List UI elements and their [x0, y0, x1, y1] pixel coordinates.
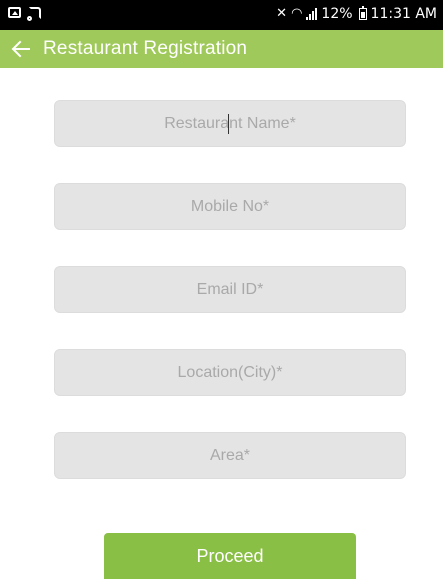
battery-icon — [358, 6, 367, 20]
cast-icon — [27, 7, 41, 21]
app-bar: Restaurant Registration — [0, 30, 443, 68]
text-cursor — [228, 114, 229, 134]
mobile-no-field[interactable] — [54, 183, 406, 230]
location-city-field[interactable] — [54, 349, 406, 396]
mute-icon: ✕ — [276, 6, 288, 21]
image-icon — [8, 7, 21, 18]
wifi-icon: ◠ — [291, 6, 303, 21]
status-bar: ✕ ◠ 12% 11:31 AM — [0, 0, 443, 30]
restaurant-name-field[interactable] — [54, 100, 406, 147]
email-id-field[interactable] — [54, 266, 406, 313]
proceed-button[interactable]: Proceed — [104, 533, 356, 579]
status-time: 11:31 AM — [370, 6, 437, 22]
back-button[interactable] — [6, 34, 36, 64]
arrow-left-icon — [11, 40, 30, 58]
page-title: Restaurant Registration — [43, 38, 248, 59]
battery-percent: 12% — [321, 6, 353, 22]
status-left-icons — [8, 7, 41, 21]
area-field[interactable] — [54, 432, 406, 479]
status-right-icons: ✕ ◠ 12% 11:31 AM — [276, 5, 437, 23]
signal-icon — [306, 8, 318, 20]
